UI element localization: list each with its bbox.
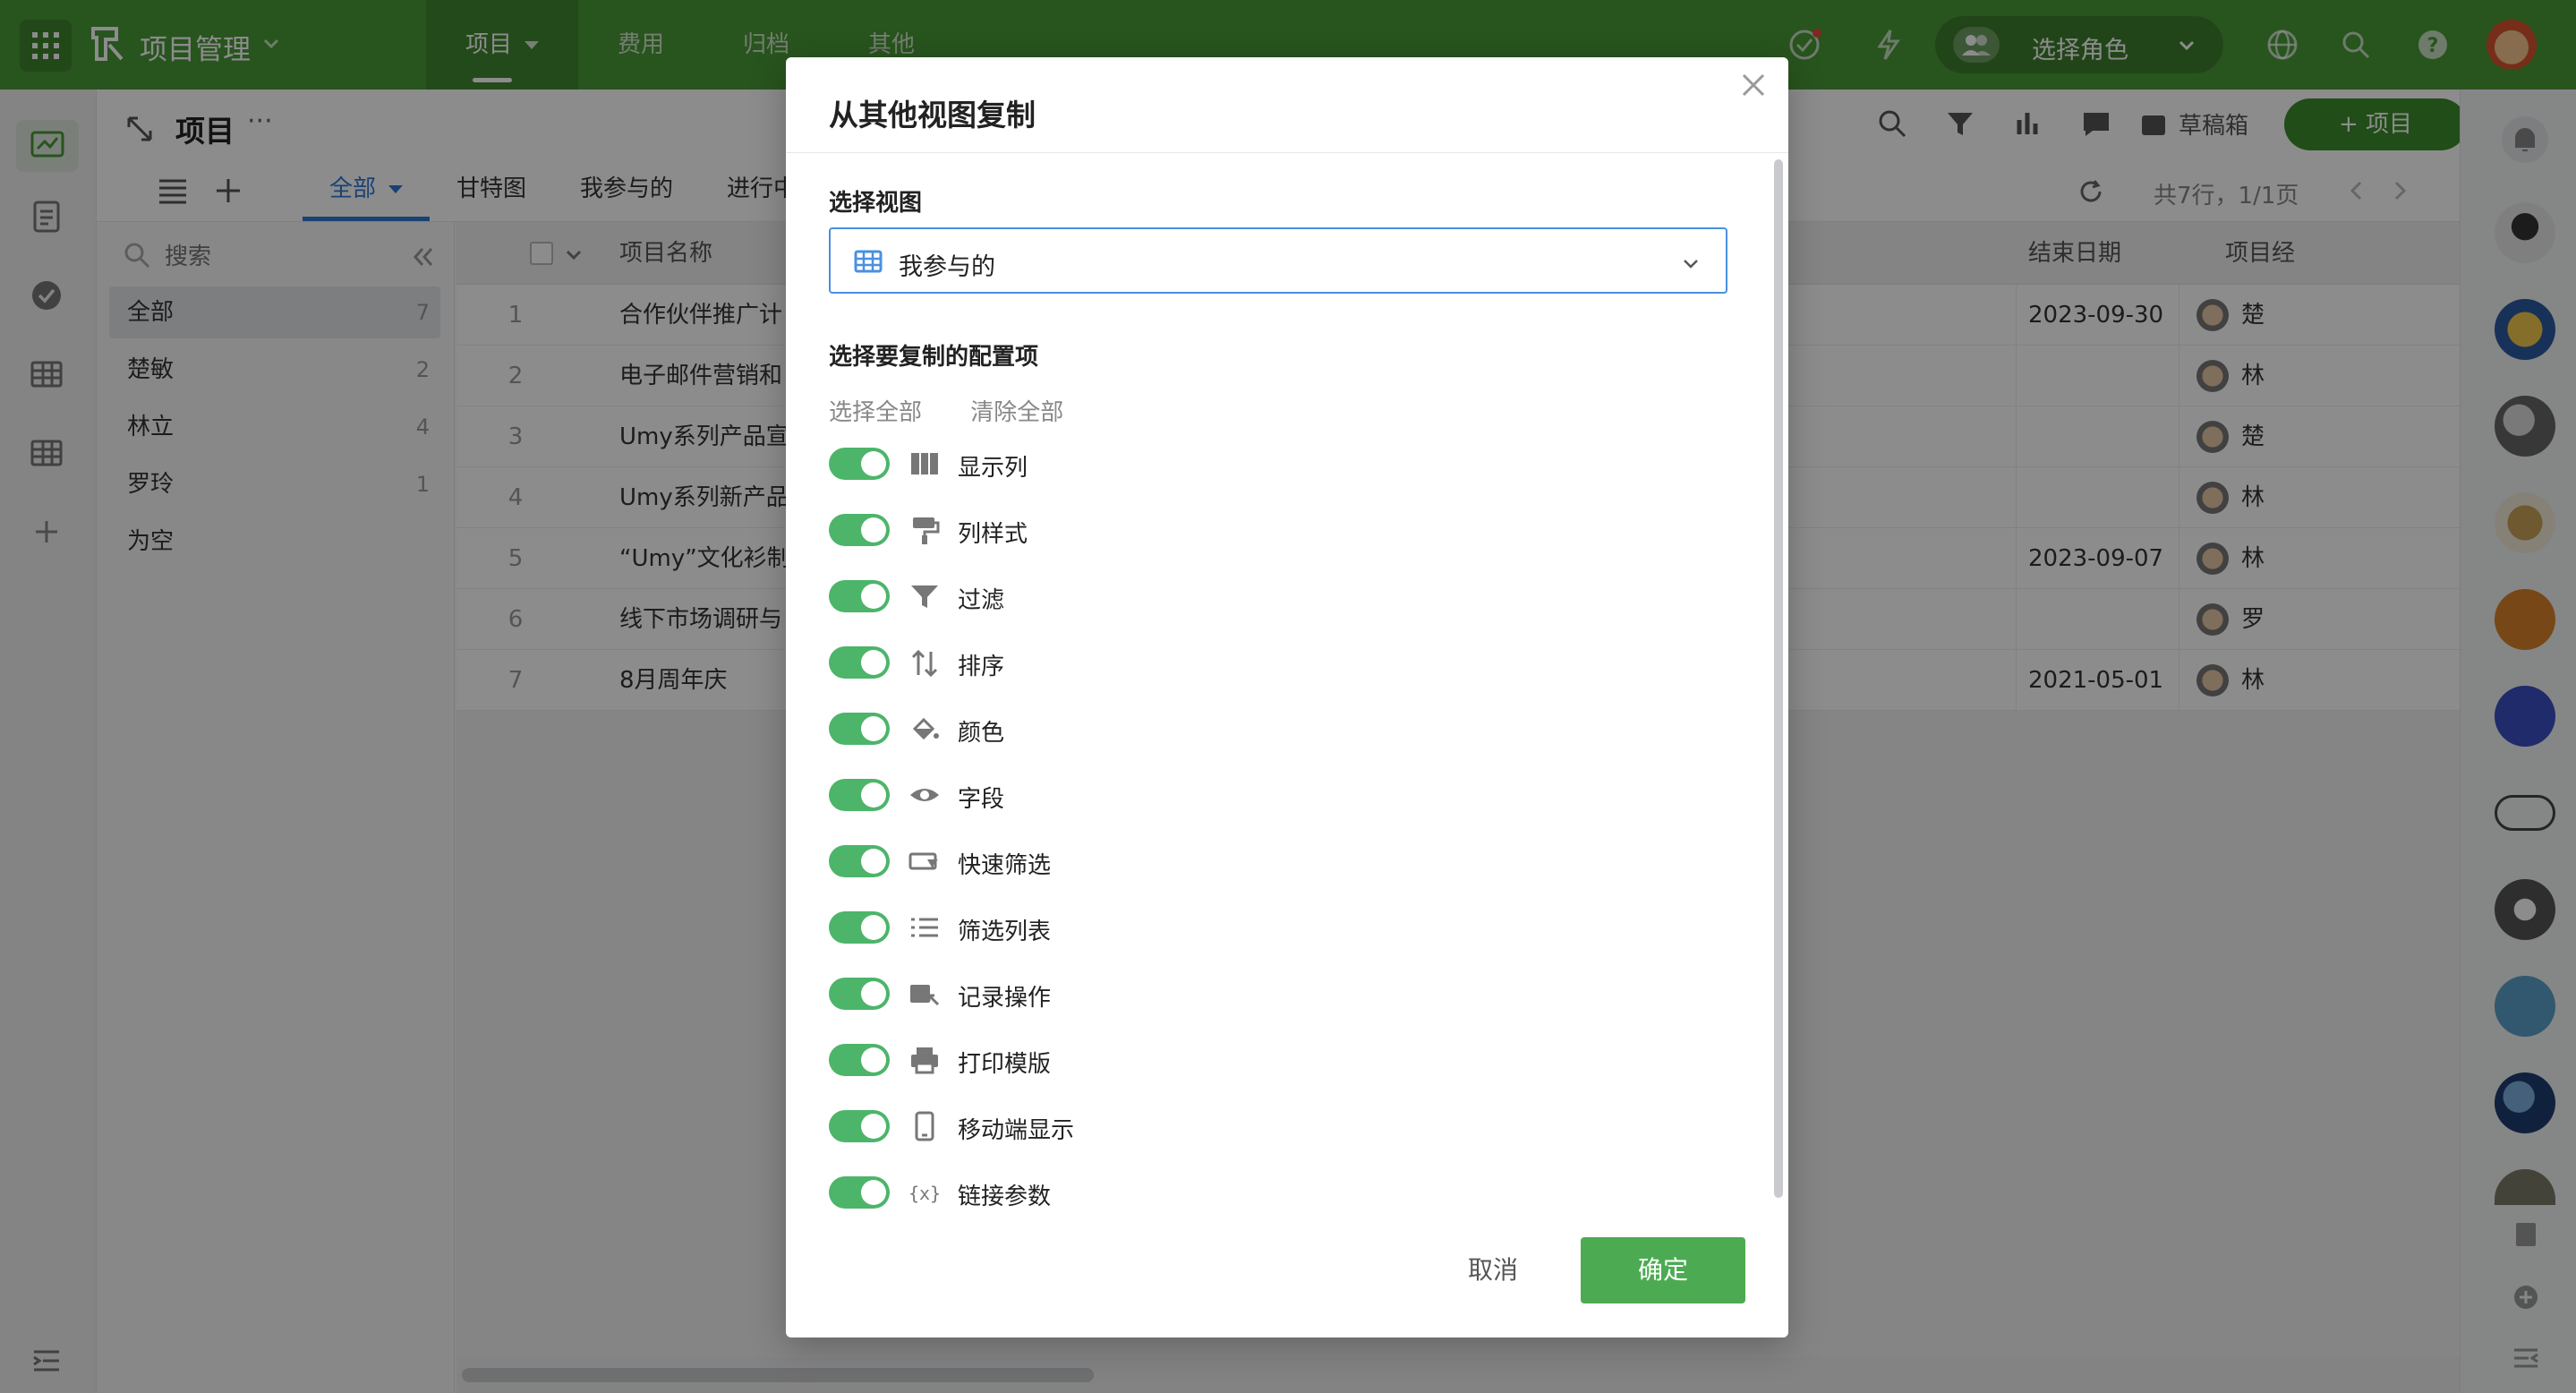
dialog-title: 从其他视图复制	[829, 98, 1036, 132]
config-option-label: 字段	[958, 786, 1005, 813]
paint-bucket-icon	[912, 717, 939, 740]
filter-icon	[911, 585, 938, 608]
toggle-switch[interactable]	[829, 1110, 890, 1142]
confirm-button[interactable]: 确定	[1581, 1237, 1745, 1303]
list-icon	[911, 918, 938, 937]
svg-text:{x}: {x}	[908, 1183, 941, 1204]
toggle-switch[interactable]	[829, 1176, 890, 1209]
clear-all-link[interactable]: 清除全部	[970, 399, 1063, 426]
copy-view-dialog: 从其他视图复制 选择视图 我参与的 选择要复制的配置项 选择全部 清除全部 显示…	[786, 57, 1788, 1337]
toggle-switch[interactable]	[829, 1044, 890, 1076]
config-option-label: 过滤	[958, 587, 1005, 614]
dialog-scrollbar[interactable]	[1774, 159, 1783, 1198]
toggle-switch[interactable]	[829, 911, 890, 944]
config-items-label: 选择要复制的配置项	[829, 344, 1039, 371]
toggle-switch[interactable]	[829, 514, 890, 546]
config-option-label: 快速筛选	[958, 852, 1052, 879]
printer-icon	[911, 1047, 938, 1074]
toggle-switch[interactable]	[829, 713, 890, 745]
toggle-switch[interactable]	[829, 448, 890, 480]
toggle-switch[interactable]	[829, 646, 890, 679]
config-option: 记录操作	[829, 974, 1366, 1019]
select-all-link[interactable]: 选择全部	[829, 399, 922, 426]
toggle-switch[interactable]	[829, 845, 890, 877]
view-select-label: 选择视图	[829, 190, 923, 217]
config-option-label: 打印模版	[958, 1051, 1052, 1078]
mobile-icon	[915, 1111, 934, 1141]
config-option-label: 筛选列表	[958, 919, 1052, 945]
toggle-switch[interactable]	[829, 978, 890, 1010]
config-option: 列样式	[829, 510, 1366, 555]
bulk-actions: 选择全部 清除全部	[829, 394, 1105, 427]
config-option-label: 列样式	[958, 521, 1028, 548]
config-option-label: 显示列	[958, 455, 1028, 482]
config-option-label: 移动端显示	[958, 1117, 1075, 1144]
sort-icon	[911, 649, 938, 678]
config-option-label: 排序	[958, 654, 1005, 680]
variable-icon: {x}	[908, 1183, 941, 1204]
divider	[786, 152, 1788, 153]
config-option: 打印模版	[829, 1040, 1366, 1085]
toggle-switch[interactable]	[829, 580, 890, 612]
toggle-switch[interactable]	[829, 779, 890, 811]
close-icon[interactable]	[1735, 66, 1772, 104]
config-option-label: 记录操作	[958, 985, 1052, 1012]
config-option: 显示列	[829, 444, 1366, 489]
selected-view: 我参与的	[899, 253, 995, 281]
config-option: 颜色	[829, 709, 1366, 754]
config-option: 过滤	[829, 577, 1366, 621]
chevron-down-icon	[1684, 260, 1698, 269]
config-option: 筛选列表	[829, 908, 1366, 953]
config-option-label: 颜色	[958, 720, 1005, 747]
columns-icon	[911, 453, 938, 474]
quick-filter-icon	[908, 852, 938, 870]
config-option: 快速筛选	[829, 842, 1366, 886]
config-option: {x} 链接参数	[829, 1173, 1366, 1218]
record-action-icon	[910, 985, 940, 1006]
config-option-label: 链接参数	[958, 1184, 1052, 1210]
config-option: 移动端显示	[829, 1107, 1366, 1151]
paint-roller-icon	[913, 517, 940, 544]
table-icon	[854, 250, 883, 273]
cancel-button[interactable]: 取消	[1412, 1237, 1574, 1303]
config-option: 字段	[829, 775, 1366, 820]
config-option: 排序	[829, 643, 1366, 688]
eye-icon	[910, 789, 939, 801]
view-select[interactable]: 我参与的	[829, 227, 1727, 294]
